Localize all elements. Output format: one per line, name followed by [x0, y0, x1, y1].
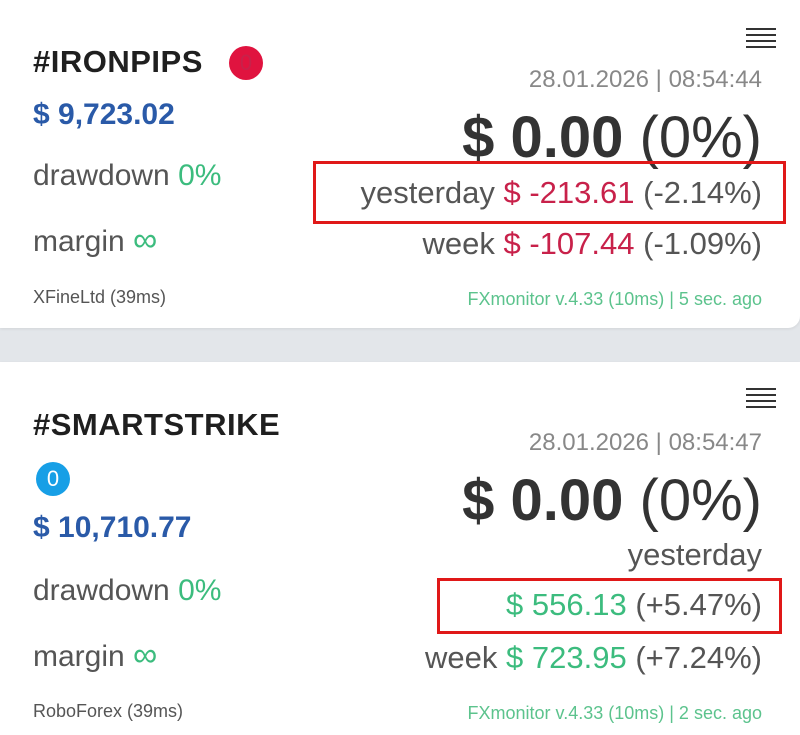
margin-row: margin ∞	[33, 636, 157, 675]
hamburger-menu-icon[interactable]	[746, 388, 776, 410]
account-balance: $ 10,710.77	[33, 511, 192, 544]
yesterday-amount: $ -213.61	[503, 175, 635, 210]
timestamp: 28.01.2026 | 08:54:47	[528, 429, 762, 456]
monitor-footer: FXmonitor v.4.33 (10ms) | 2 sec. ago	[467, 703, 762, 723]
week-amount: $ 723.95	[506, 640, 627, 675]
drawdown-row: drawdown 0%	[33, 574, 221, 608]
notification-badge[interactable]: 0	[36, 462, 70, 496]
yesterday-label: yesterday	[360, 175, 495, 210]
monitor-footer: FXmonitor v.4.33 (10ms) | 5 sec. ago	[467, 289, 762, 309]
account-card-smartstrike: #SMARTSTRIKE 0 $ 10,710.77 drawdown 0% m…	[0, 362, 800, 735]
drawdown-label: drawdown	[33, 574, 170, 607]
profit-amount: $ 0.00	[462, 468, 624, 533]
week-label: week	[425, 640, 498, 675]
drawdown-row: drawdown 0%	[33, 159, 221, 193]
profit-pct: (0%)	[639, 468, 762, 533]
margin-label: margin	[33, 225, 125, 258]
yesterday-row: $ 556.13 (+5.47%)	[506, 587, 762, 623]
week-pct: (-1.09%)	[643, 226, 762, 261]
account-balance: $ 9,723.02	[33, 98, 175, 131]
week-pct: (+7.24%)	[635, 640, 762, 675]
account-card-ironpips: #IRONPIPS 0 $ 9,723.02 drawdown 0% margi…	[0, 0, 800, 328]
timestamp: 28.01.2026 | 08:54:44	[528, 66, 762, 93]
yesterday-amount: $ 556.13	[506, 587, 627, 622]
drawdown-label: drawdown	[33, 159, 170, 192]
margin-label: margin	[33, 640, 125, 673]
yesterday-pct: (+5.47%)	[635, 587, 762, 622]
drawdown-value: 0%	[178, 574, 222, 607]
week-row: week $ 723.95 (+7.24%)	[425, 640, 762, 676]
yesterday-label: yesterday	[627, 537, 762, 572]
yesterday-pct: (-2.14%)	[643, 175, 762, 210]
profit-today: $ 0.00 (0%)	[462, 467, 762, 534]
infinity-icon: ∞	[133, 636, 158, 674]
week-amount: $ -107.44	[503, 226, 635, 261]
hamburger-menu-icon[interactable]	[746, 28, 776, 50]
infinity-icon: ∞	[133, 221, 158, 259]
week-label: week	[422, 226, 495, 261]
account-name[interactable]: #SMARTSTRIKE	[33, 407, 280, 443]
account-name[interactable]: #IRONPIPS	[33, 44, 203, 80]
notification-badge[interactable]: 0	[229, 46, 263, 80]
broker-latency: XFineLtd (39ms)	[33, 287, 167, 307]
yesterday-row: yesterday $ -213.61 (-2.14%)	[360, 175, 762, 211]
margin-row: margin ∞	[33, 221, 157, 260]
broker-latency: RoboForex (39ms)	[33, 701, 184, 721]
week-row: week $ -107.44 (-1.09%)	[423, 226, 763, 262]
drawdown-value: 0%	[178, 159, 222, 192]
